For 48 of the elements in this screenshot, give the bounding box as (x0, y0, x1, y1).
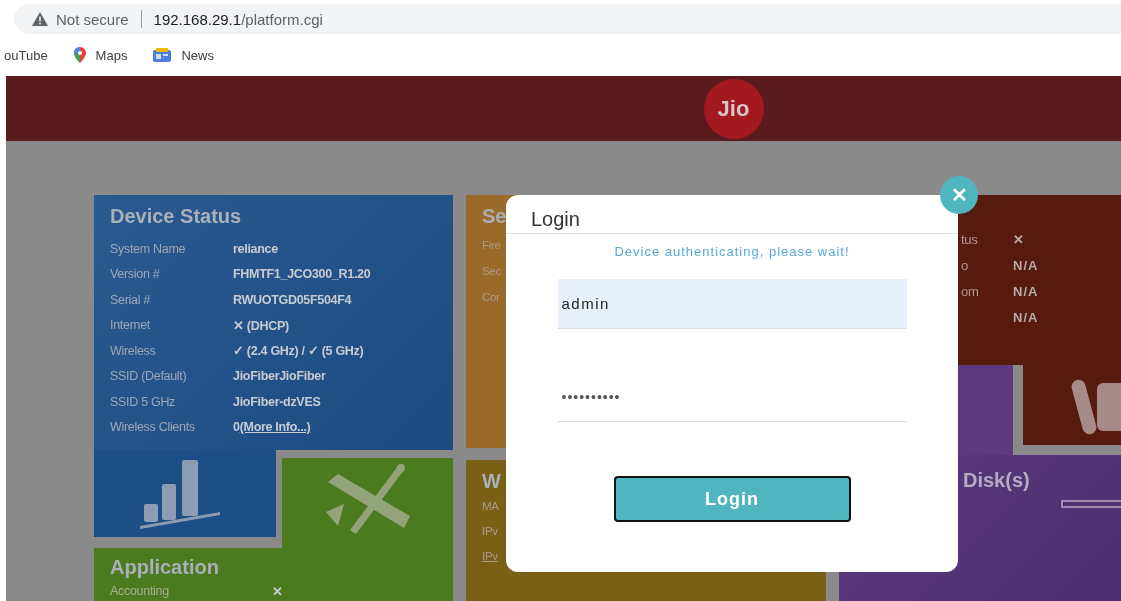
row-value: N/A (1013, 283, 1039, 299)
status-message: Device authenticating, please wait! (614, 244, 850, 259)
more-info-link[interactable]: (More Info...) (239, 420, 311, 435)
tile-title: Disk(s) (963, 469, 1030, 492)
row-label: Internet (110, 318, 151, 333)
row-value: RWUOTGD05F504F4 (233, 292, 352, 307)
row-label: o (961, 257, 968, 273)
row-value: N/A (1013, 309, 1039, 325)
usage-bar-icon (1061, 500, 1121, 508)
row-label: om (961, 283, 979, 299)
row-label: Serial # (110, 292, 151, 307)
news-icon (153, 48, 172, 62)
row-label: Fire (482, 239, 501, 251)
url-text[interactable]: 192.168.29.1/platform.cgi (153, 10, 323, 28)
row-label: Wireless (110, 343, 157, 358)
row-value: ✕ (272, 583, 283, 599)
row-value: ✕ (1013, 231, 1025, 247)
row-value: FHMTF1_JCO300_R1.20 (233, 267, 371, 282)
row-label: Wireless Clients (110, 420, 196, 435)
row-value: ✓ (2.4 GHz) / ✓ (5 GHz) (233, 343, 364, 359)
bookmark-link[interactable]: ouTube (4, 47, 48, 63)
tile-title: W (482, 470, 501, 493)
security-label: Not secure (56, 10, 129, 28)
row-value: reliance (233, 241, 278, 256)
warning-icon (32, 12, 48, 26)
tile-title: Se (482, 205, 507, 228)
row-label: tus (961, 231, 978, 247)
row-label: Cor (482, 291, 500, 303)
row-label: Accounting (110, 584, 170, 598)
bookmark-link[interactable]: Maps (73, 47, 128, 63)
row-label: SSID (Default) (110, 369, 188, 384)
username-field[interactable]: admin (557, 279, 907, 329)
row-label: MA (482, 499, 499, 512)
map-pin-icon (73, 47, 86, 63)
row-value: JioFiber-dzVES (233, 394, 321, 409)
row-label: Sec (482, 265, 501, 277)
row-value: ✕ (DHCP) (233, 317, 289, 333)
row-value: N/A (1013, 257, 1039, 273)
row-label: IPv (482, 524, 498, 537)
jio-logo: Jio (703, 78, 764, 139)
tile-title: Application (110, 556, 219, 579)
row-value: JioFiberJioFiber (233, 369, 326, 384)
tile-title: Device Status (110, 205, 242, 228)
row-value: 0 (233, 420, 240, 435)
row-label: SSID 5 GHz (110, 394, 177, 409)
bookmark-link[interactable]: News (153, 47, 214, 63)
row-label: Version # (110, 267, 161, 282)
row-label: System Name (110, 241, 187, 256)
